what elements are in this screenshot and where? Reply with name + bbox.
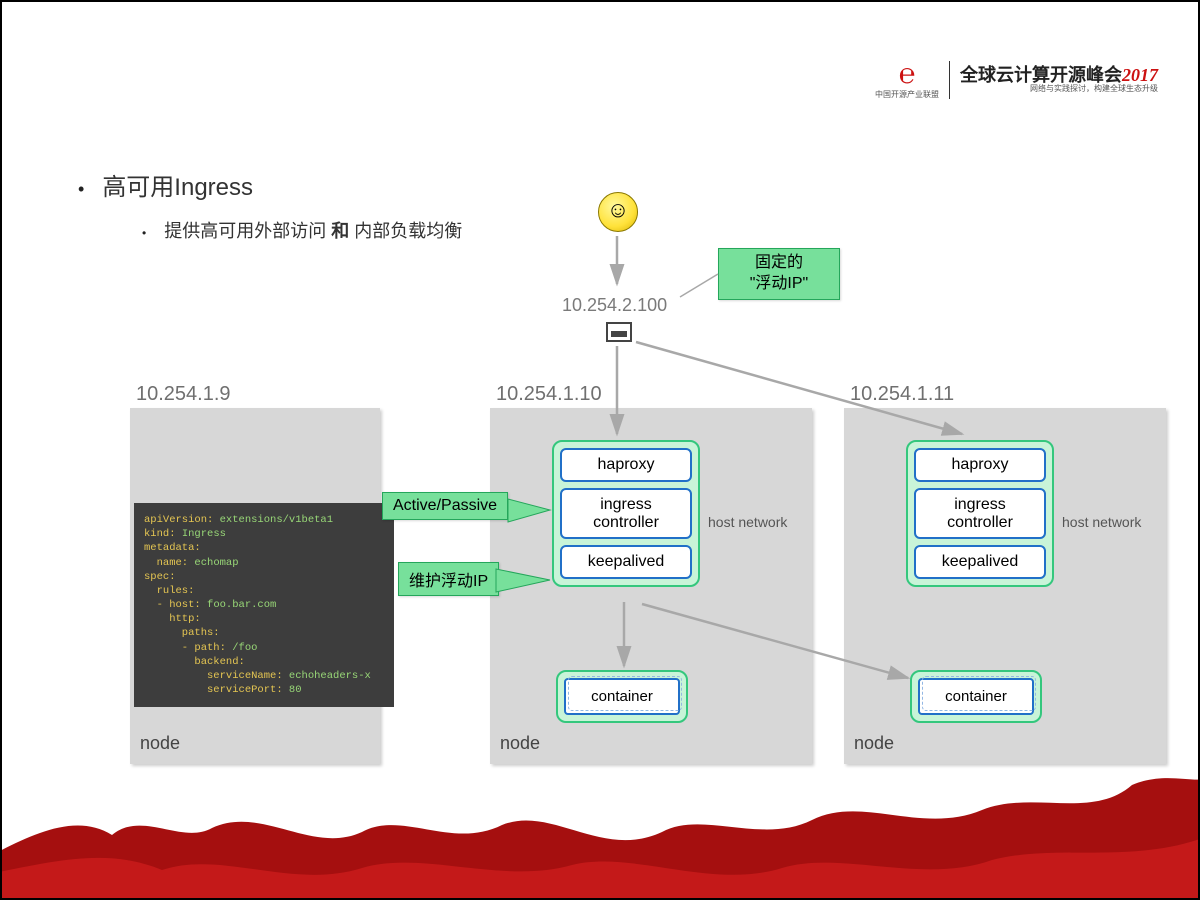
haproxy-box: haproxy [914, 448, 1046, 482]
slide: ℮ 中国开源产业联盟 全球云计算开源峰会2017 网络与实践探讨，构建全球生态升… [0, 0, 1200, 900]
container-box: container [918, 678, 1034, 715]
node-2-container-pod: container [556, 670, 688, 723]
nic-icon [606, 322, 632, 342]
ingress-yaml: apiVersion: extensions/v1beta1 kind: Ing… [134, 503, 394, 707]
event-logo: ℮ 中国开源产业联盟 全球云计算开源峰会2017 网络与实践探讨，构建全球生态升… [875, 60, 1158, 100]
node-3-ingress-pod: haproxy ingress controller keepalived [906, 440, 1054, 587]
keepalived-box: keepalived [914, 545, 1046, 579]
haproxy-box: haproxy [560, 448, 692, 482]
node-1: 10.254.1.9 node apiVersion: extensions/v… [130, 408, 380, 764]
user-smiley-icon: ☺ [598, 192, 638, 232]
node-2-host-network-label: host network [708, 514, 787, 530]
node-2: 10.254.1.10 node haproxy ingress control… [490, 408, 812, 764]
node-3-container-pod: container [910, 670, 1042, 723]
keepalived-box: keepalived [560, 545, 692, 579]
bullet-dot-icon: • [78, 179, 84, 199]
logo-subtext-right: 网络与实践探讨，构建全球生态升级 [960, 85, 1158, 94]
logo-title: 全球云计算开源峰会 [960, 65, 1122, 85]
vip-ip-text: 10.254.2.100 [562, 295, 667, 316]
active-passive-label: Active/Passive [382, 492, 508, 520]
divider [949, 61, 950, 99]
node-2-ip: 10.254.1.10 [496, 383, 602, 406]
ingress-controller-box: ingress controller [560, 488, 692, 539]
node-3-host-network-label: host network [1062, 514, 1141, 530]
container-box: container [564, 678, 680, 715]
bullet-dot-icon: • [142, 226, 146, 240]
mountain-decoration [0, 750, 1200, 900]
ingress-controller-box: ingress controller [914, 488, 1046, 539]
keepalived-note-label: 维护浮动IP [398, 562, 499, 596]
bullet-subtitle: •提供高可用外部访问 和 内部负载均衡 [142, 217, 462, 243]
node-2-ingress-pod: haproxy ingress controller keepalived [552, 440, 700, 587]
logo-subtext-left: 中国开源产业联盟 [875, 91, 939, 100]
node-3-ip: 10.254.1.11 [850, 383, 954, 406]
floating-ip-label: 固定的 "浮动IP" [718, 248, 840, 300]
logo-mark-icon: ℮ [875, 60, 939, 91]
connector-floatlabel [680, 274, 718, 297]
logo-year: 2017 [1122, 65, 1158, 85]
node-3: 10.254.1.11 node haproxy ingress control… [844, 408, 1166, 764]
node-1-ip: 10.254.1.9 [136, 383, 231, 406]
bullet-title: •高可用Ingress [78, 167, 253, 202]
